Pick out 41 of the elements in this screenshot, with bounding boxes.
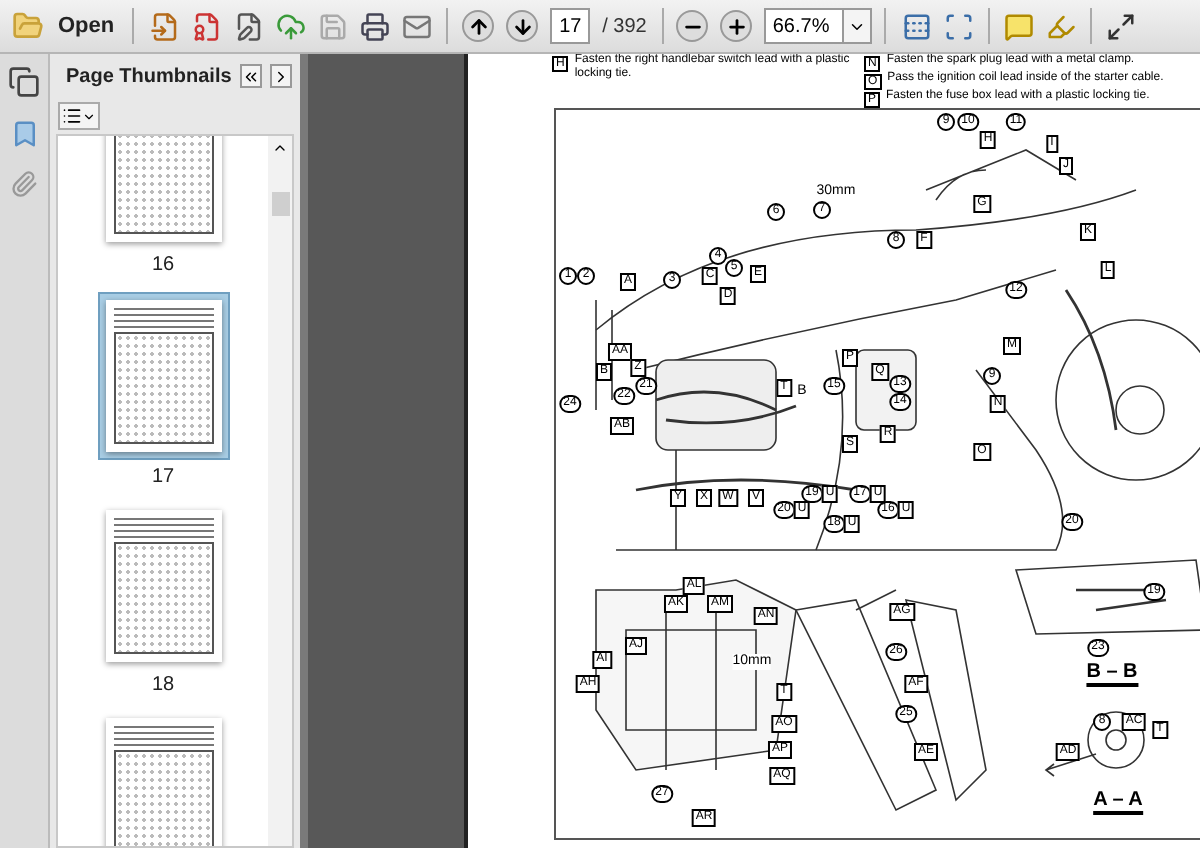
options-button[interactable]: [58, 102, 100, 130]
document-badge-icon: [192, 11, 223, 41]
page-number: 16: [151, 254, 175, 276]
speech-bubble-icon: [1004, 11, 1035, 41]
document-arrow-icon: [150, 11, 181, 41]
open-button[interactable]: Open: [4, 4, 121, 48]
page-thumbnail[interactable]: [97, 292, 229, 460]
printer-icon: [360, 11, 391, 41]
save-icon: [318, 11, 349, 41]
panel-title: Page Thumbnails: [64, 63, 232, 91]
section-title: A – A: [1093, 789, 1143, 815]
plus-icon: [720, 10, 753, 42]
scrollbar-thumb[interactable]: [271, 192, 289, 216]
folder-icon: [10, 10, 46, 42]
zoom-dropdown-button[interactable]: [844, 8, 873, 44]
zoom-field[interactable]: 66.7%: [764, 8, 845, 44]
mail-icon: [402, 11, 433, 41]
arrow-down-icon: [506, 10, 539, 42]
expand-icon: [1106, 11, 1137, 41]
bookmark-icon: [9, 118, 39, 150]
highlighter-icon: [1046, 11, 1077, 41]
fit-page-icon: [902, 11, 933, 41]
scroll-up-icon: [272, 140, 288, 156]
section-title: B – B: [1086, 661, 1138, 687]
collapse-panel-button[interactable]: [239, 64, 262, 88]
minus-icon: [676, 10, 709, 42]
list-icon: [62, 106, 82, 126]
arrow-up-icon: [462, 10, 495, 42]
cloud-upload-icon: [276, 11, 307, 41]
caret-icon: [82, 109, 96, 123]
pages-icon: [8, 66, 40, 98]
page-count: / 392: [602, 13, 647, 41]
double-chevron-icon: [241, 67, 260, 85]
scrollbar[interactable]: [268, 136, 292, 846]
page-number: 18: [151, 674, 175, 696]
fit-width-icon: [944, 11, 975, 41]
page-number-field[interactable]: 17: [550, 8, 591, 44]
document-pen-icon: [234, 11, 265, 41]
paperclip-icon: [10, 170, 38, 198]
page-number: 17: [151, 466, 175, 488]
expand-panel-button[interactable]: [269, 64, 292, 88]
